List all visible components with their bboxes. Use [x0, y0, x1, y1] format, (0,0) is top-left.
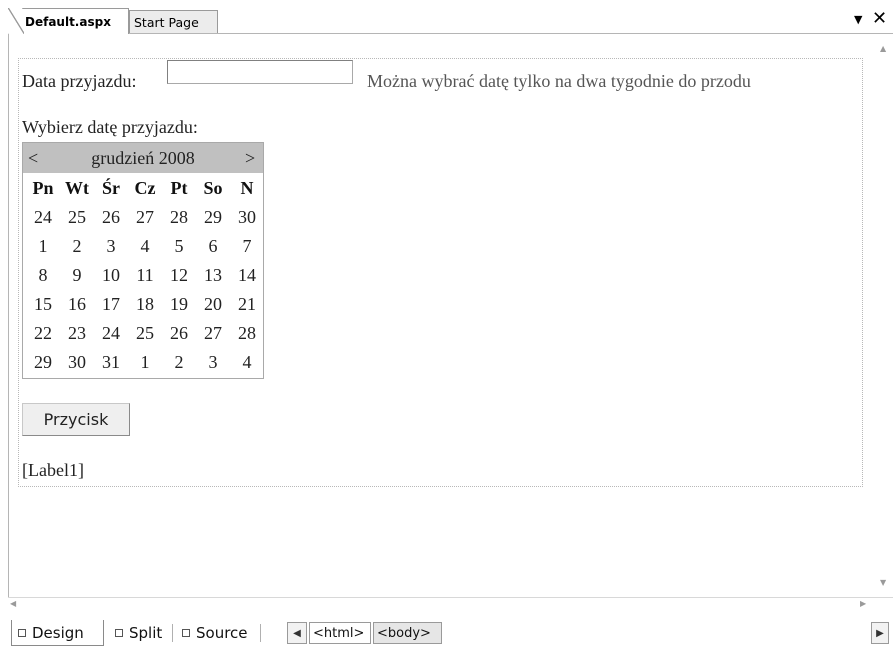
calendar-day-header: Śr: [102, 178, 120, 198]
calendar-day[interactable]: 1: [128, 352, 162, 373]
calendar-day[interactable]: 12: [162, 265, 196, 286]
date-hint-label: Można wybrać datę tylko na dwa tygodnie …: [367, 71, 751, 91]
calendar-day[interactable]: 25: [60, 207, 94, 228]
split-view-icon: [115, 629, 123, 637]
calendar-day[interactable]: 29: [196, 207, 230, 228]
calendar-day[interactable]: 23: [60, 323, 94, 344]
breadcrumb-next-icon[interactable]: ▶: [871, 622, 889, 644]
calendar-day[interactable]: 19: [162, 294, 196, 315]
design-view-icon: [18, 628, 26, 637]
calendar-day[interactable]: 16: [60, 294, 94, 315]
breadcrumb-html[interactable]: <html>: [309, 622, 371, 644]
calendar-day[interactable]: 5: [162, 236, 196, 257]
przycisk-button[interactable]: Przycisk: [22, 403, 130, 436]
calendar-day[interactable]: 24: [94, 323, 128, 344]
close-icon[interactable]: ✕: [872, 8, 887, 29]
calendar-day[interactable]: 31: [94, 352, 128, 373]
calendar-next-month[interactable]: >: [245, 148, 255, 169]
calendar-day[interactable]: 4: [230, 352, 264, 373]
calendar-day[interactable]: 21: [230, 294, 264, 315]
calendar-day[interactable]: 28: [230, 323, 264, 344]
calendar-day[interactable]: 15: [26, 294, 60, 315]
calendar-day[interactable]: 3: [94, 236, 128, 257]
scroll-left-icon[interactable]: ◀: [10, 599, 16, 608]
horizontal-scrollbar[interactable]: ◀ ▶: [8, 597, 893, 615]
arrival-date-label: Data przyjazdu:: [22, 71, 137, 91]
calendar-week-row: 1234567: [26, 232, 264, 261]
source-view-icon: [182, 629, 190, 637]
calendar-day[interactable]: 24: [26, 207, 60, 228]
calendar-day[interactable]: 1: [26, 236, 60, 257]
calendar-week-row: 29 30 31 1 2 3 4: [26, 348, 264, 377]
calendar-day[interactable]: 27: [128, 207, 162, 228]
calendar-day[interactable]: 27: [196, 323, 230, 344]
tab-default-aspx-edge: [8, 8, 24, 34]
calendar-day[interactable]: 28: [162, 207, 196, 228]
calendar-day-header: N: [240, 178, 254, 198]
calendar-month-title: grudzień 2008: [91, 148, 195, 168]
calendar-day[interactable]: 30: [60, 352, 94, 373]
calendar-day[interactable]: 8: [26, 265, 60, 286]
calendar-day[interactable]: 29: [26, 352, 60, 373]
calendar-day[interactable]: 22: [26, 323, 60, 344]
arrival-date-input[interactable]: [167, 60, 353, 84]
label1: [Label1]: [22, 460, 84, 480]
calendar-day[interactable]: 25: [128, 323, 162, 344]
calendar-day-header-row: Pn Wt Śr Cz Pt So N: [26, 174, 264, 203]
tab-dropdown-icon[interactable]: ▼: [854, 13, 862, 26]
calendar-header: grudzień 2008 < >: [23, 143, 263, 173]
calendar-day[interactable]: 26: [94, 207, 128, 228]
calendar-day[interactable]: 17: [94, 294, 128, 315]
calendar-day[interactable]: 20: [196, 294, 230, 315]
calendar-day[interactable]: 10: [94, 265, 128, 286]
calendar-week-row: 8 9 10 11 12 13 14: [26, 261, 264, 290]
calendar-day[interactable]: 26: [162, 323, 196, 344]
calendar-day[interactable]: 13: [196, 265, 230, 286]
calendar-day[interactable]: 3: [196, 352, 230, 373]
calendar-day[interactable]: 30: [230, 207, 264, 228]
calendar-day-header: Cz: [134, 178, 156, 198]
calendar-day-header: So: [203, 178, 223, 198]
calendar-prev-month[interactable]: <: [28, 148, 38, 169]
tab-default-aspx-label[interactable]: Default.aspx: [25, 15, 111, 29]
calendar-week-row: 15 16 17 18 19 20 21: [26, 290, 264, 319]
split-view-label[interactable]: Split: [129, 624, 162, 642]
tab-start-page-label[interactable]: Start Page: [134, 15, 199, 30]
calendar-day[interactable]: 2: [162, 352, 196, 373]
split-view-tab[interactable]: Split: [111, 620, 162, 646]
source-view-label[interactable]: Source: [196, 624, 248, 642]
view-separator: [260, 624, 261, 642]
calendar-day-header: Pt: [170, 178, 188, 198]
scroll-up-icon[interactable]: ▲: [880, 44, 886, 53]
design-view-tab[interactable]: Design: [11, 620, 104, 646]
calendar-day[interactable]: 18: [128, 294, 162, 315]
breadcrumb-body[interactable]: <body>: [373, 622, 442, 644]
calendar-day-header: Pn: [32, 178, 54, 198]
scroll-down-icon[interactable]: ▼: [880, 578, 886, 587]
scroll-right-icon[interactable]: ▶: [860, 599, 866, 608]
calendar-day[interactable]: 9: [60, 265, 94, 286]
choose-date-label: Wybierz datę przyjazdu:: [22, 117, 198, 137]
view-separator: [172, 624, 173, 642]
calendar[interactable]: grudzień 2008 < > Pn Wt Śr Cz Pt So N 24 25 26 27 2…: [22, 142, 264, 379]
calendar-day[interactable]: 14: [230, 265, 264, 286]
calendar-grid: Pn Wt Śr Cz Pt So N 24 25 26 27 28 29 30 1 2 3 4 5 6 7 8 9 10 11…: [26, 174, 264, 377]
calendar-day[interactable]: 2: [60, 236, 94, 257]
design-view-label[interactable]: Design: [32, 624, 84, 642]
calendar-week-row: 24 25 26 27 28 29 30: [26, 203, 264, 232]
calendar-day[interactable]: 6: [196, 236, 230, 257]
breadcrumb-prev-icon[interactable]: ◀: [287, 622, 307, 644]
calendar-week-row: 22 23 24 25 26 27 28: [26, 319, 264, 348]
vertical-scrollbar[interactable]: ▲ ▼: [877, 34, 893, 597]
calendar-day-header: Wt: [65, 178, 89, 198]
calendar-day[interactable]: 7: [230, 236, 264, 257]
calendar-day[interactable]: 4: [128, 236, 162, 257]
source-view-tab[interactable]: Source: [178, 620, 248, 646]
calendar-day[interactable]: 11: [128, 265, 162, 286]
